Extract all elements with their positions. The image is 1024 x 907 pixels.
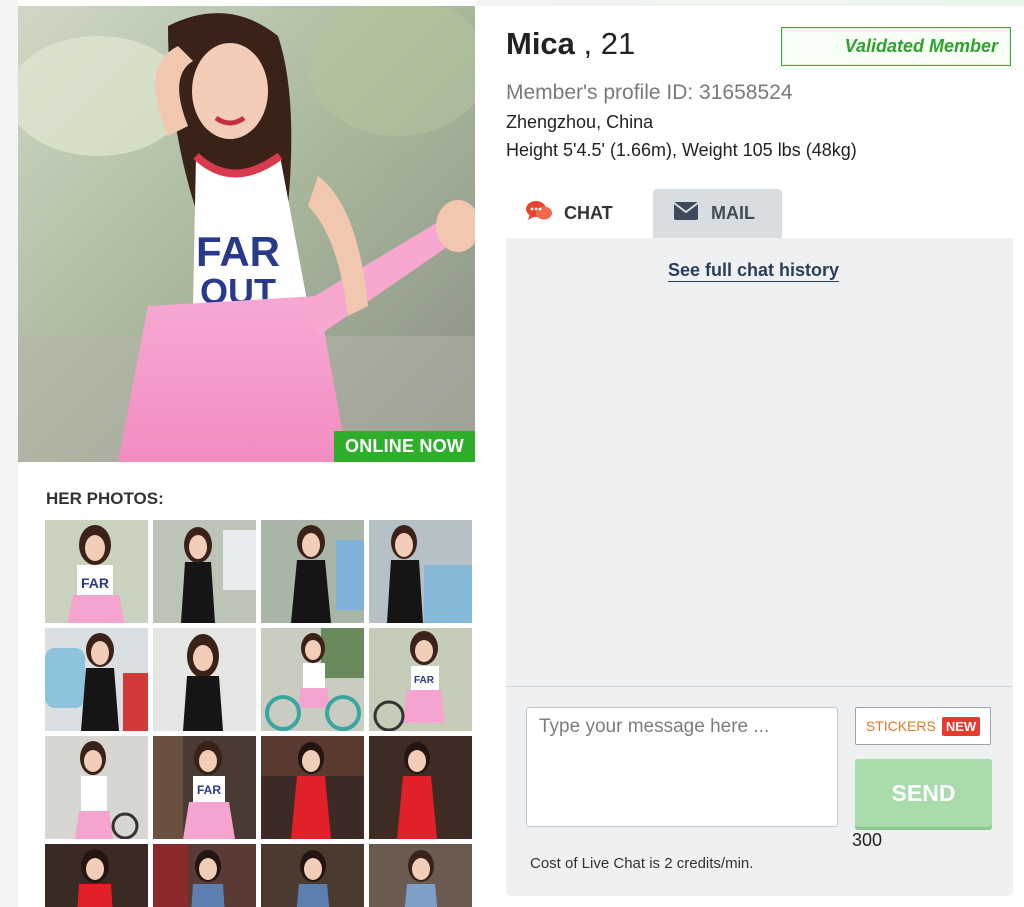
photo-thumbnail-10[interactable]: FAR: [153, 736, 256, 839]
photo-thumbnail-5[interactable]: [45, 628, 148, 731]
svg-text:FAR: FAR: [196, 228, 280, 275]
photo-thumbnail-2[interactable]: [153, 520, 256, 623]
photo-thumbnail-6[interactable]: [153, 628, 256, 731]
photos-heading: HER PHOTOS:: [46, 489, 164, 508]
photo-thumbnail-4[interactable]: [369, 520, 472, 623]
stickers-button[interactable]: STICKERS NEW: [855, 707, 991, 745]
left-gutter: [0, 0, 18, 907]
tab-chat-label: CHAT: [564, 203, 613, 223]
profile-name-age: Mica , 21: [506, 26, 635, 62]
character-count: 300: [852, 830, 883, 850]
photo-thumbnail-14[interactable]: [153, 844, 256, 907]
top-strip: [476, 0, 1024, 6]
photo-thumbnail-15[interactable]: [261, 844, 364, 907]
profile-id: Member's profile ID: 31658524: [506, 81, 793, 104]
photo-thumbnail-1[interactable]: FAR: [45, 520, 148, 623]
svg-text:FAR: FAR: [197, 783, 221, 797]
profile-name: Mica: [506, 26, 575, 61]
see-chat-history-link[interactable]: See full chat history: [668, 260, 840, 282]
photo-thumbnail-3[interactable]: [261, 520, 364, 623]
photo-thumbnail-grid: FAR FAR FAR: [45, 520, 475, 907]
svg-text:FAR: FAR: [81, 575, 109, 591]
new-badge: NEW: [941, 716, 981, 736]
chat-cost-note: Cost of Live Chat is 2 credits/min.: [530, 855, 754, 872]
tab-chat[interactable]: CHAT: [506, 189, 640, 238]
photo-thumbnail-11[interactable]: [261, 736, 364, 839]
send-button[interactable]: SEND: [855, 759, 992, 827]
profile-measurements: Height 5'4.5' (1.66m), Weight 105 lbs (4…: [506, 140, 857, 160]
profile-location: Zhengzhou, China: [506, 112, 654, 132]
photo-thumbnail-12[interactable]: [369, 736, 472, 839]
online-now-badge: ONLINE NOW: [334, 431, 475, 462]
validated-member-badge: Validated Member: [781, 27, 1011, 66]
photo-thumbnail-7[interactable]: [261, 628, 364, 731]
chat-message-panel: [506, 238, 1013, 686]
photo-thumbnail-13[interactable]: [45, 844, 148, 907]
photo-thumbnail-8[interactable]: FAR: [369, 628, 472, 731]
chat-bubbles-icon: [526, 200, 552, 227]
profile-age: 21: [600, 26, 636, 61]
photo-thumbnail-16[interactable]: [369, 844, 472, 907]
tab-mail-label: MAIL: [711, 203, 755, 223]
tab-mail[interactable]: MAIL: [653, 189, 782, 238]
name-age-separator: ,: [583, 26, 593, 61]
envelope-icon: [673, 201, 699, 226]
photo-thumbnail-9[interactable]: [45, 736, 148, 839]
svg-text:FAR: FAR: [414, 675, 435, 686]
chat-message-input[interactable]: [526, 707, 838, 827]
main-profile-photo[interactable]: FAR OUT ONLINE NOW: [18, 6, 475, 462]
stickers-label: STICKERS: [865, 718, 936, 734]
main-photo-image: FAR OUT: [18, 6, 475, 462]
